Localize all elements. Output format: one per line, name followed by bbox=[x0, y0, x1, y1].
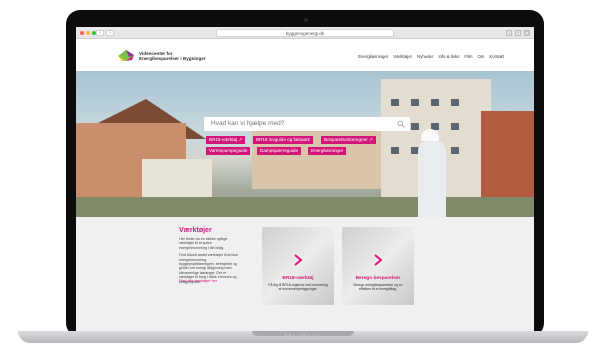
worker-illustration bbox=[418, 141, 446, 217]
nav-item-om[interactable]: Om bbox=[478, 54, 485, 59]
nav-item-kontakt[interactable]: Kontakt bbox=[489, 54, 504, 59]
tabs-icon[interactable]: ▢ bbox=[524, 30, 530, 36]
device-brand: MacBook bbox=[284, 333, 321, 342]
browser-toolbar: ‹ › byggeriogenergi.dk ↓ ↑ ▢ bbox=[76, 27, 534, 39]
macbook-mockup: ‹ › byggeriogenergi.dk ↓ ↑ ▢ Videncenter… bbox=[0, 0, 605, 353]
camera-dot bbox=[304, 18, 308, 22]
share-icon[interactable]: ↑ bbox=[515, 30, 521, 36]
back-button[interactable]: ‹ bbox=[96, 30, 104, 36]
tag-besparelsesberegner[interactable]: Besparelsesberegner ↗ bbox=[321, 136, 376, 144]
tools-intro-text: Her finder du en række nyttige værktøjer… bbox=[179, 237, 228, 250]
logo-text-line2: Energibesparelser i Bygninger bbox=[139, 56, 206, 61]
nav-item-energiloesninger[interactable]: Energiløsninger bbox=[358, 54, 388, 59]
tag-varmepumpeguide[interactable]: Varmepumpeguide bbox=[206, 147, 251, 155]
card-title: Beregn besparelser bbox=[355, 276, 401, 281]
download-icon[interactable]: ↓ bbox=[506, 30, 512, 36]
tools-link[interactable]: Find alle værktøjer her bbox=[179, 279, 217, 283]
chevron-right-icon bbox=[294, 254, 303, 266]
tools-title: Værktøjer bbox=[179, 227, 212, 234]
browser-nav-buttons: ‹ › bbox=[96, 30, 114, 36]
chevron-right-icon bbox=[374, 254, 383, 266]
nav-item-info-links[interactable]: Info & links bbox=[438, 54, 459, 59]
browser-actions: ↓ ↑ ▢ bbox=[506, 30, 530, 36]
ground-illustration bbox=[76, 197, 534, 217]
tag-br18-lovguide[interactable]: BR18 lovguide og faktaark bbox=[253, 136, 313, 144]
card-beregn-besparelser[interactable]: Beregn besparelser Beregn energibesparel… bbox=[342, 227, 414, 305]
logo-text[interactable]: Videncenter for Energibesparelser i Bygn… bbox=[139, 51, 206, 61]
card-title: BR18-værktøj bbox=[282, 276, 314, 281]
search-icon[interactable] bbox=[397, 120, 405, 128]
card-subtitle: Beregn energibesparelsen og se effekten … bbox=[353, 283, 403, 291]
tag-energiloesninger[interactable]: Energiløsninger bbox=[308, 147, 347, 155]
logo-icon[interactable] bbox=[116, 49, 136, 62]
search-input[interactable] bbox=[211, 120, 391, 127]
tools-intro: Her finder du en række nyttige værktøjer… bbox=[179, 237, 239, 284]
nav-item-film[interactable]: Film bbox=[464, 54, 472, 59]
site-header: Videncenter for Energibesparelser i Bygn… bbox=[76, 39, 534, 71]
worker-helmet-illustration bbox=[421, 129, 439, 141]
window-controls bbox=[80, 31, 96, 35]
hero-banner: BR18-værktøj ↗ BR18 lovguide og faktaark… bbox=[76, 71, 534, 217]
laptop-screen: ‹ › byggeriogenergi.dk ↓ ↑ ▢ Videncenter… bbox=[76, 27, 534, 331]
nav-item-nyheder[interactable]: Nyheder bbox=[417, 54, 433, 59]
tag-br18-vaerktoej[interactable]: BR18-værktøj ↗ bbox=[206, 136, 246, 144]
nav-item-vaerktoejer[interactable]: Værktøjer bbox=[393, 54, 412, 59]
close-window-button[interactable] bbox=[80, 31, 84, 35]
address-bar[interactable]: byggeriogenergi.dk bbox=[216, 29, 394, 37]
card-subtitle: Få dig til BR18-reglerne ved renovering … bbox=[268, 283, 328, 291]
tag-dampspaerreguide[interactable]: Dampspærreguide bbox=[257, 147, 302, 155]
forward-button[interactable]: › bbox=[106, 30, 114, 36]
card-br18-vaerktoej[interactable]: BR18-værktøj Få dig til BR18-reglerne ve… bbox=[262, 227, 334, 305]
search-box[interactable] bbox=[204, 117, 410, 131]
minimize-window-button[interactable] bbox=[86, 31, 90, 35]
main-nav: Energiløsninger Værktøjer Nyheder Info &… bbox=[358, 54, 504, 59]
